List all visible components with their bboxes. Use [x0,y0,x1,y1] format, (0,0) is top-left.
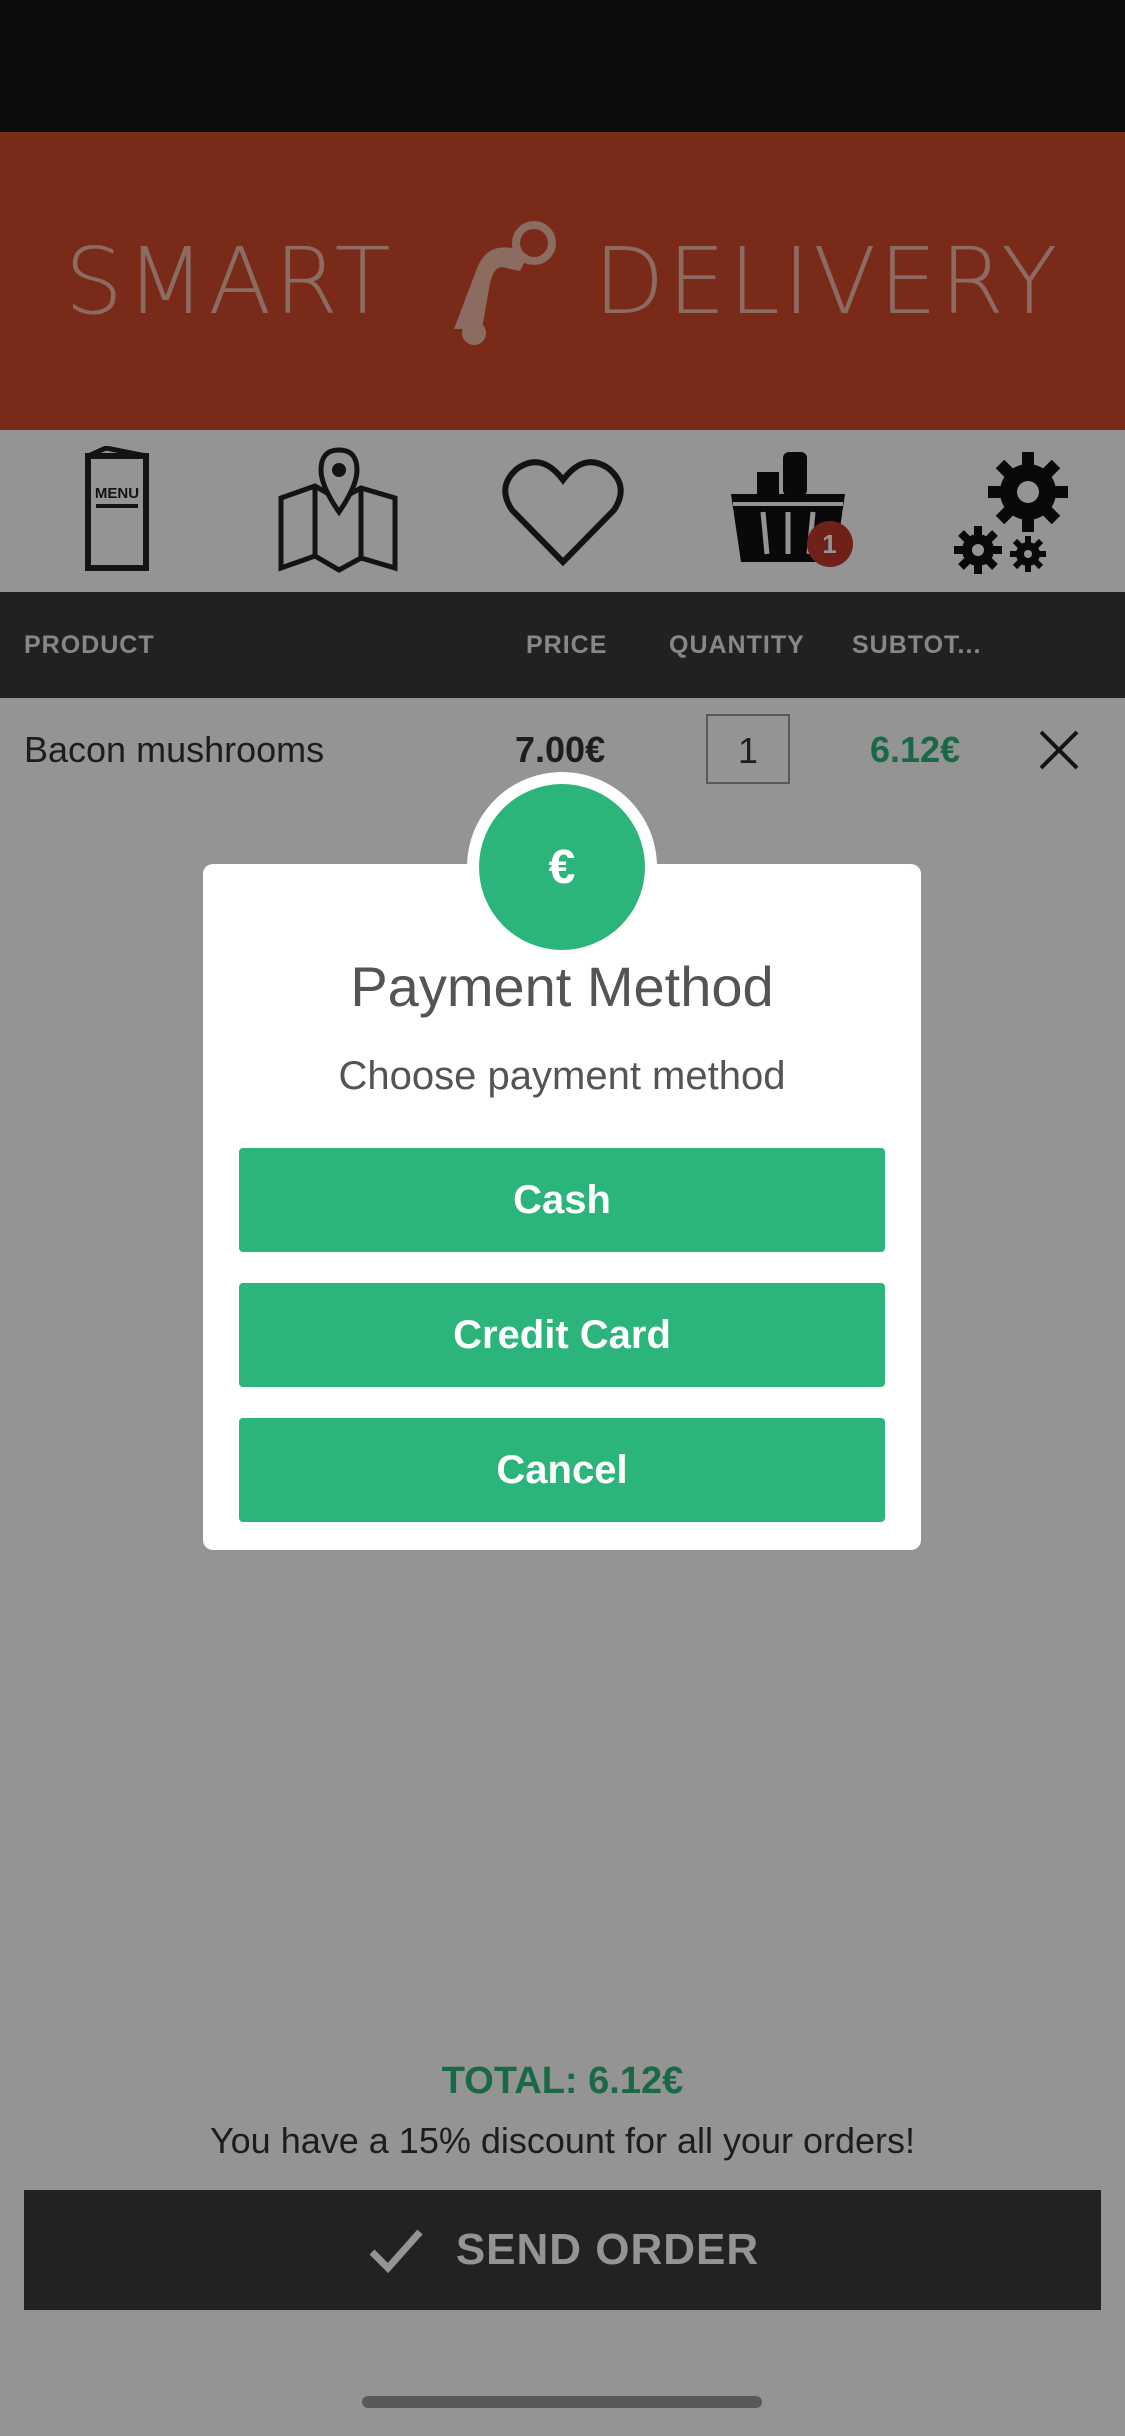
cancel-button[interactable]: Cancel [239,1418,885,1522]
credit-card-button[interactable]: Credit Card [239,1283,885,1387]
dialog-title: Payment Method [350,955,774,1018]
dialog-badge: € [467,772,657,962]
payment-method-dialog: Payment Method Choose payment method Cas… [203,864,921,1550]
cash-button[interactable]: Cash [239,1148,885,1252]
dialog-subtitle: Choose payment method [338,1054,786,1098]
euro-icon: € [479,784,645,950]
